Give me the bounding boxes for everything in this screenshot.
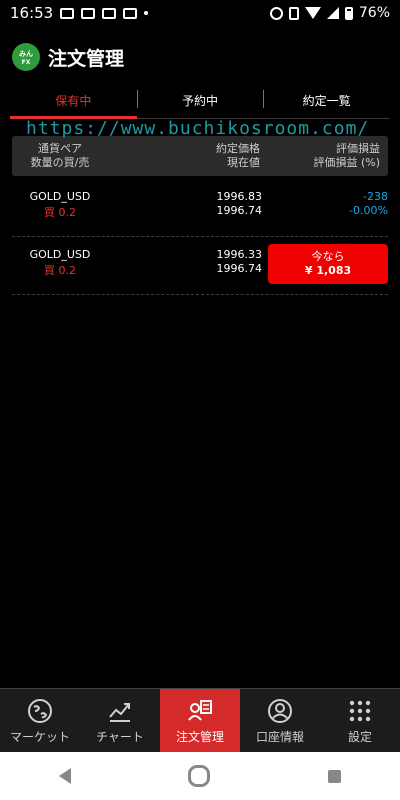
watermark-url: https://www.buchikosroom.com/ (26, 118, 370, 139)
battery-level: 76% (358, 5, 390, 21)
nav-chart-label: チャート (96, 729, 144, 744)
position-row[interactable]: GOLD_USD 買 0.2 1996.33 1996.74 今なら ¥ 1,0… (12, 236, 388, 295)
position-pair: GOLD_USD (29, 248, 91, 261)
game-notification-icon-3 (123, 7, 138, 19)
minna-fx-logo-icon: みん FX (19, 50, 33, 66)
nav-orders[interactable]: 注文管理 (160, 689, 240, 753)
tab-executions[interactable]: 約定一覧 (263, 82, 390, 118)
bottom-nav: マーケット チャート 注文管理 口座情報 設定 (0, 688, 400, 753)
status-time: 16:53 (10, 4, 54, 22)
more-notifications-icon (144, 11, 149, 15)
wifi-icon (304, 7, 321, 19)
home-icon[interactable] (188, 765, 211, 787)
nav-market-label: マーケット (9, 729, 70, 744)
header-pl-label: 評価損益 (336, 142, 380, 155)
nav-account[interactable]: 口座情報 (240, 689, 320, 753)
position-entry-price: 1996.83 (216, 190, 263, 203)
back-icon[interactable] (58, 768, 71, 784)
account-icon (267, 698, 293, 724)
nav-orders-label: 注文管理 (175, 729, 224, 744)
settle-button-label: 今なら (311, 250, 345, 263)
nav-settings-label: 設定 (347, 729, 372, 744)
svg-text:みん: みん (19, 50, 33, 58)
status-left: 16:53 (10, 4, 149, 22)
alarm-icon (269, 6, 283, 20)
header-pair-column: 通貨ペア 数量の買/売 (12, 142, 108, 170)
tab-holding[interactable]: 保有中 (10, 82, 137, 119)
game-notification-icon (81, 7, 96, 19)
position-current-price: 1996.74 (216, 204, 263, 217)
status-bar: 16:53 76% (0, 0, 400, 26)
settle-now-button[interactable]: 今なら ¥ 1,083 (268, 244, 388, 284)
header-current-price-label: 現在値 (227, 156, 260, 169)
header-entry-price-label: 約定価格 (216, 142, 260, 155)
order-tabs: 保有中 予約中 約定一覧 (10, 82, 390, 119)
nav-chart[interactable]: チャート (80, 689, 160, 753)
chart-icon (107, 698, 133, 724)
globe-icon (27, 698, 53, 724)
tab-reserved[interactable]: 予約中 (136, 82, 264, 118)
system-nav-bar (0, 752, 400, 800)
position-current-price: 1996.74 (216, 262, 263, 275)
game-notification-icon-2 (102, 7, 117, 19)
header-pl-percent-label: 評価損益 (%) (313, 156, 380, 169)
position-side: 買 0.2 (44, 206, 76, 219)
nav-account-label: 口座情報 (255, 729, 304, 744)
app-logo: みん FX (12, 43, 40, 71)
vibrate-icon (288, 6, 299, 20)
position-entry-price: 1996.33 (216, 248, 263, 261)
settings-grid-icon (347, 698, 373, 724)
image-notification-icon (60, 7, 75, 19)
header-side-label: 数量の買/売 (30, 156, 90, 169)
header-pair-label: 通貨ペア (38, 142, 82, 155)
recent-apps-icon[interactable] (328, 769, 342, 783)
order-icon (187, 698, 213, 724)
svg-text:FX: FX (22, 59, 31, 66)
app-header: みん FX 注文管理 (0, 38, 400, 76)
settle-button-amount: ¥ 1,083 (304, 264, 352, 277)
status-right: 76% (269, 5, 390, 21)
battery-icon (344, 6, 353, 20)
nav-market[interactable]: マーケット (0, 689, 80, 753)
header-price-column: 約定価格 現在値 (216, 142, 260, 170)
positions-table-header: 通貨ペア 数量の買/売 約定価格 現在値 評価損益 評価損益 (%) (12, 136, 388, 176)
page-title: 注文管理 (48, 47, 125, 70)
position-row[interactable]: GOLD_USD 買 0.2 1996.83 1996.74 -238 -0.0… (12, 178, 388, 237)
signal-icon (326, 7, 339, 19)
position-pair: GOLD_USD (29, 190, 91, 203)
position-side: 買 0.2 (44, 264, 76, 277)
position-pl: -238 (363, 190, 388, 203)
nav-settings[interactable]: 設定 (320, 689, 400, 753)
position-pl-percent: -0.00% (349, 204, 388, 217)
header-pl-column: 評価損益 評価損益 (%) (313, 142, 380, 170)
